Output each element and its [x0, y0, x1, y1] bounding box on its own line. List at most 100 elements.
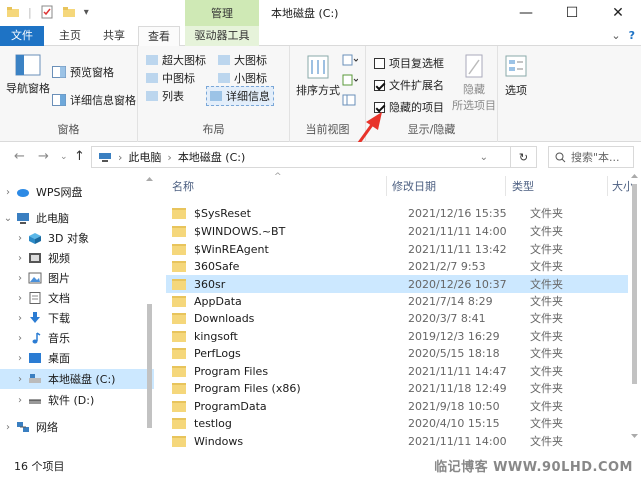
preview-pane-button[interactable]: 预览窗格	[52, 64, 114, 80]
navigation-pane: › WPS网盘 ⌄ 此电脑 › 3D 对象 › 视频 › 图片 › 文档 › 下…	[0, 172, 160, 452]
file-list-scrollbar[interactable]	[630, 172, 639, 442]
back-icon[interactable]: ←	[14, 149, 25, 164]
search-input[interactable]: 搜索"本...	[548, 146, 634, 168]
nav-item-label: WPS网盘	[36, 186, 83, 199]
expand-icon[interactable]: ›	[12, 353, 28, 364]
file-row[interactable]: 360Safe 2021/2/7 9:53 文件夹	[166, 257, 628, 275]
up-icon[interactable]: ↑	[74, 149, 85, 164]
expand-icon[interactable]: ›	[0, 422, 16, 433]
file-row[interactable]: 360sr 2020/12/26 10:37 文件夹	[166, 275, 628, 293]
column-divider[interactable]	[505, 176, 506, 196]
file-extensions-checkbox[interactable]	[374, 79, 385, 91]
layout-list[interactable]: 列表	[146, 88, 184, 104]
file-row[interactable]: $WINDOWS.~BT 2021/11/11 14:00 文件夹	[166, 222, 628, 240]
details-pane-icon	[52, 94, 66, 106]
nav-item-desktop[interactable]: › 桌面	[0, 348, 154, 368]
tab-share[interactable]: 共享	[96, 26, 132, 46]
file-row[interactable]: kingsoft 2019/12/3 16:29 文件夹	[166, 327, 628, 345]
close-button[interactable]: ✕	[595, 0, 641, 26]
folder-icon	[172, 382, 186, 394]
layout-details[interactable]: 详细信息	[206, 86, 274, 106]
item-checkboxes-checkbox[interactable]	[374, 57, 385, 69]
nav-item-pictures[interactable]: › 图片	[0, 268, 154, 288]
size-columns-icon[interactable]	[342, 94, 356, 106]
nav-item-videos[interactable]: › 视频	[0, 248, 154, 268]
nav-item-3d-objects[interactable]: › 3D 对象	[0, 228, 154, 248]
file-row[interactable]: testlog 2020/4/10 15:15 文件夹	[166, 414, 628, 432]
expand-icon[interactable]: ›	[12, 273, 28, 284]
context-tab-manage[interactable]: 管理	[185, 0, 259, 26]
nav-item-label: 此电脑	[36, 212, 69, 225]
hide-selected-button[interactable]: 隐藏 所选项目	[452, 54, 496, 113]
address-dropdown-icon[interactable]: ⌄	[480, 152, 488, 163]
collapse-icon[interactable]: ⌄	[0, 213, 16, 224]
nav-item-downloads[interactable]: › 下载	[0, 308, 154, 328]
maximize-button[interactable]: ☐	[549, 0, 595, 26]
help-icon[interactable]: ?	[629, 29, 635, 42]
layout-medium-icons[interactable]: 中图标	[146, 70, 195, 86]
breadcrumb-this-pc[interactable]: 此电脑	[128, 149, 161, 165]
breadcrumb-local-disk[interactable]: 本地磁盘 (C:)	[178, 149, 245, 165]
new-folder-icon[interactable]	[62, 5, 76, 19]
expand-icon[interactable]: ›	[12, 333, 28, 344]
address-bar[interactable]: › 此电脑 › 本地磁盘 (C:) ⌄	[91, 146, 511, 168]
file-row[interactable]: Downloads 2020/3/7 8:41 文件夹	[166, 309, 628, 327]
column-divider[interactable]	[607, 176, 608, 196]
group-by-icon[interactable]	[342, 54, 358, 66]
recent-locations-icon[interactable]: ⌄	[60, 152, 68, 162]
file-row[interactable]: Windows 2021/11/11 14:00 文件夹	[166, 432, 628, 450]
nav-item-software-d[interactable]: › 软件 (D:)	[0, 390, 154, 410]
collapse-ribbon-icon[interactable]: ⌄	[611, 29, 620, 42]
layout-large-icons[interactable]: 大图标	[218, 52, 267, 68]
refresh-button[interactable]: ↻	[511, 146, 537, 168]
file-extensions-option[interactable]: 文件扩展名	[374, 77, 444, 93]
customize-toolbar-icon[interactable]: ▾	[84, 7, 89, 18]
nav-item-local-disk-c[interactable]: › 本地磁盘 (C:)	[0, 369, 154, 389]
expand-icon[interactable]: ›	[12, 253, 28, 264]
item-checkboxes-option[interactable]: 项目复选框	[374, 55, 444, 71]
file-row[interactable]: AppData 2021/7/14 8:29 文件夹	[166, 292, 628, 310]
details-pane-button[interactable]: 详细信息窗格	[52, 92, 136, 108]
sort-by-button[interactable]: 排序方式	[296, 54, 340, 98]
file-row[interactable]: $WinREAgent 2021/11/11 13:42 文件夹	[166, 240, 628, 258]
file-row[interactable]: Program Files 2021/11/11 14:47 文件夹	[166, 362, 628, 380]
drive-icon	[29, 374, 41, 383]
column-header-date[interactable]: 修改日期	[392, 178, 436, 194]
file-date: 2020/5/15 18:18	[408, 346, 500, 360]
expand-icon[interactable]: ›	[12, 233, 28, 244]
expand-icon[interactable]: ›	[0, 187, 16, 198]
expand-icon[interactable]: ›	[12, 313, 28, 324]
nav-item-documents[interactable]: › 文档	[0, 288, 154, 308]
minimize-button[interactable]: —	[503, 0, 549, 26]
column-header-name[interactable]: 名称	[172, 178, 194, 194]
tab-view[interactable]: 查看	[138, 26, 180, 47]
tab-home[interactable]: 主页	[52, 26, 88, 46]
layout-extra-large-icons[interactable]: 超大图标	[146, 52, 206, 68]
layout-small-icons[interactable]: 小图标	[218, 70, 267, 86]
expand-icon[interactable]: ›	[12, 374, 28, 385]
nav-item-music[interactable]: › 音乐	[0, 328, 154, 348]
layout-group: 超大图标 大图标 中图标 小图标 列表 详细信息 布局	[138, 46, 290, 142]
layout-label: 超大图标	[162, 54, 206, 67]
nav-pane-label: 导航窗格	[6, 82, 50, 95]
tab-drive-tools[interactable]: 驱动器工具	[185, 26, 259, 46]
column-header-type[interactable]: 类型	[512, 178, 534, 194]
file-row[interactable]: PerfLogs 2020/5/15 18:18 文件夹	[166, 344, 628, 362]
nav-item-this-pc[interactable]: ⌄ 此电脑	[0, 208, 154, 228]
expand-icon[interactable]: ›	[12, 395, 28, 406]
column-divider[interactable]	[386, 176, 387, 196]
nav-pane-scrollbar[interactable]	[145, 176, 154, 434]
expand-icon[interactable]: ›	[12, 293, 28, 304]
file-row[interactable]: Program Files (x86) 2021/11/18 12:49 文件夹	[166, 379, 628, 397]
file-row[interactable]: ProgramData 2021/9/18 10:50 文件夹	[166, 397, 628, 415]
forward-icon[interactable]: →	[38, 149, 49, 164]
nav-pane-button[interactable]: 导航窗格	[6, 54, 50, 96]
nav-item-wps[interactable]: › WPS网盘	[0, 182, 154, 202]
file-row[interactable]: $SysReset 2021/12/16 15:35 文件夹	[166, 204, 628, 222]
properties-icon[interactable]	[40, 5, 54, 19]
options-button[interactable]: 选项	[504, 54, 528, 98]
breadcrumb-separator-icon: ›	[167, 150, 172, 164]
add-columns-icon[interactable]	[342, 74, 358, 86]
tab-file[interactable]: 文件	[0, 26, 44, 46]
nav-item-network[interactable]: › 网络	[0, 417, 154, 437]
